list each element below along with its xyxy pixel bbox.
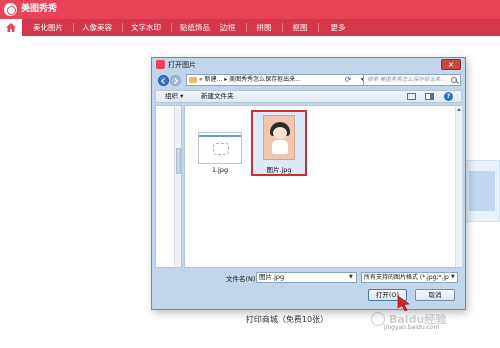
back-button[interactable] [158, 75, 169, 86]
watermark-logo-icon [371, 312, 385, 326]
nav-item-border[interactable]: 边框 [216, 19, 240, 36]
filename-label: 文件名(N): [226, 275, 258, 283]
file-item-name: 图片.jpg [266, 166, 292, 174]
open-image-dialog: 打开图片 × « 新建... ▸ 美图秀秀怎么保存抠出来... ▾ ⟳ 搜索 美… [151, 57, 466, 310]
dialog-app-icon [156, 60, 165, 69]
baidu-watermark: Baidu经验 jingyan.baidu.com [371, 300, 486, 334]
filename-dropdown-icon[interactable]: ▼ [349, 273, 353, 282]
nav-item-collage[interactable]: 拼图 [252, 19, 276, 36]
refresh-button[interactable]: ⟳ [342, 74, 354, 86]
photo-body [272, 140, 288, 154]
folder-icon [189, 77, 197, 83]
home-icon [6, 23, 16, 32]
filename-input[interactable]: 图片.jpg ▼ [256, 272, 357, 283]
navigation-pane[interactable] [155, 105, 182, 268]
preview-pane-icon[interactable] [425, 93, 434, 100]
navigation-pane-scrollbar[interactable] [174, 106, 181, 267]
view-options-icon[interactable] [407, 93, 416, 100]
background-preview [462, 160, 500, 222]
new-folder-button[interactable]: 新建文件夹 [201, 91, 234, 102]
home-tab[interactable] [0, 19, 22, 36]
file-item-selected[interactable]: 图片.jpg [251, 110, 307, 176]
background-preview-art [469, 171, 495, 211]
filename-value: 图片.jpg [259, 273, 285, 281]
app-titlebar: 美图秀秀 [0, 0, 500, 19]
file-item-name[interactable]: 1.jpg [198, 166, 242, 174]
nav-item-more[interactable]: 更多 [326, 19, 350, 36]
photo-face [273, 127, 287, 139]
nav-divider [171, 23, 172, 32]
watermark-subtext: jingyan.baidu.com [384, 324, 440, 331]
nav-divider [122, 23, 123, 32]
search-box[interactable]: 搜索 美图秀秀怎么保存抠出来... [363, 74, 461, 86]
help-icon[interactable]: ? [444, 92, 453, 101]
address-path: « 新建... ▸ 美图秀秀怎么保存抠出来... [199, 76, 301, 83]
search-input[interactable]: 搜索 美图秀秀怎么保存抠出来... [367, 75, 449, 85]
nav-divider [318, 23, 319, 32]
nav-divider [246, 23, 247, 32]
app-logo-icon [4, 3, 17, 16]
nav-item-portrait[interactable]: 人像美容 [76, 19, 118, 36]
nav-divider [73, 23, 74, 32]
filetype-select[interactable]: 所有支持的图片格式 (*.jpg;*.jp ▼ [361, 272, 458, 283]
filetype-dropdown-icon[interactable]: ▼ [451, 273, 455, 282]
app-title: 美图秀秀 [21, 4, 58, 14]
file-list-scrollbar[interactable] [455, 106, 462, 267]
print-mall-link[interactable]: 打印商城（免费10张） [222, 314, 352, 325]
search-icon[interactable] [451, 77, 457, 83]
nav-item-text-watermark[interactable]: 文字水印 [125, 19, 167, 36]
thumbnail-band [199, 135, 241, 137]
organize-menu[interactable]: 组织 ▾ [165, 91, 183, 102]
scroll-up-arrow-icon[interactable] [457, 108, 461, 111]
file-list-pane: 1.jpg 图片.jpg [184, 105, 462, 268]
file-item-thumbnail[interactable] [198, 132, 242, 164]
forward-button[interactable] [170, 75, 181, 86]
nav-divider [282, 23, 283, 32]
nav-item-cutout[interactable]: 抠图 [288, 19, 312, 36]
nav-item-beautify[interactable]: 美化图片 [27, 19, 69, 36]
main-navbar: 美化图片 人像美容 文字水印 贴纸饰品 边框 拼图 抠图 更多 [0, 19, 500, 36]
dialog-toolbar: 组织 ▾ 新建文件夹 ? [155, 90, 462, 103]
filetype-value: 所有支持的图片格式 (*.jpg;*.jp [364, 274, 449, 281]
scrollbar-thumb[interactable] [176, 148, 181, 174]
photo-thumbnail [263, 115, 295, 160]
dialog-titlebar: 打开图片 × [152, 58, 465, 72]
thumbnail-art [213, 143, 229, 155]
dialog-close-button[interactable]: × [441, 59, 461, 70]
nav-item-stickers[interactable]: 贴纸饰品 [174, 19, 216, 36]
dialog-title: 打开图片 [168, 61, 196, 69]
